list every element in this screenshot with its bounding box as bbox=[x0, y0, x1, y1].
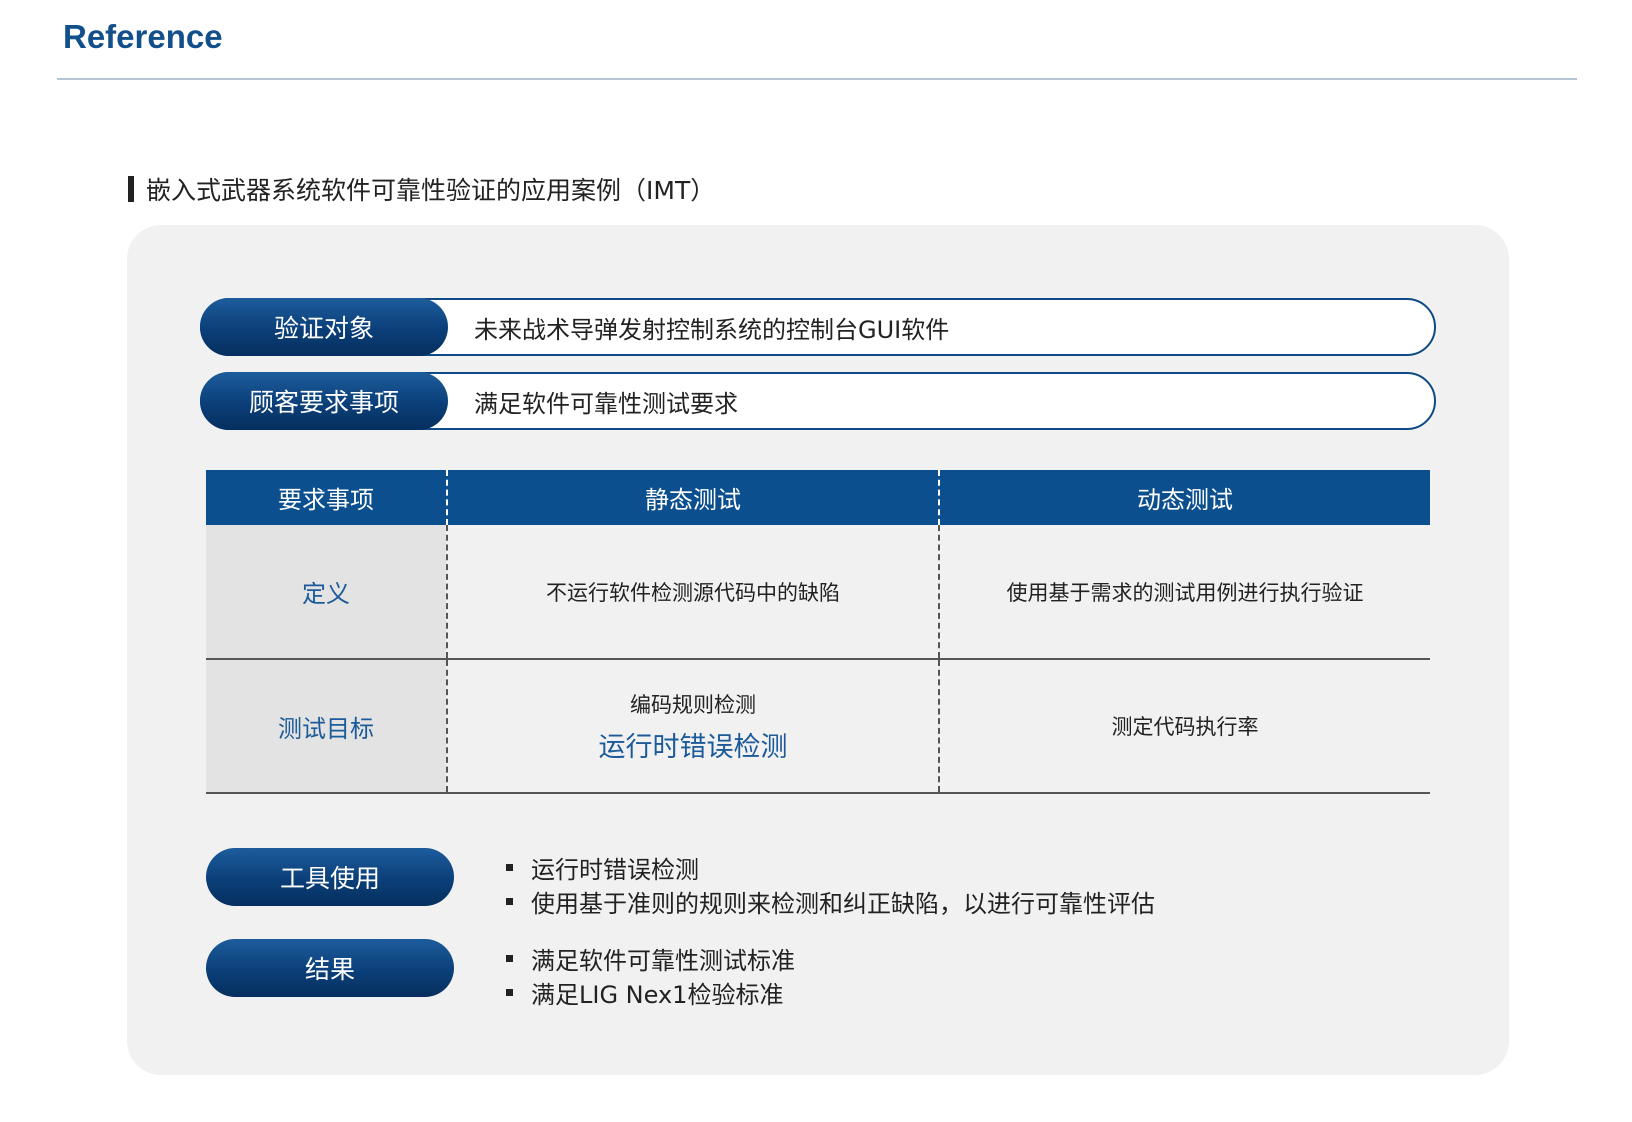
static-cell: 编码规则检测 运行时错误检测 bbox=[446, 660, 938, 792]
overview-row-target: 验证对象 未来战术导弹发射控制系统的控制台GUI软件 bbox=[200, 298, 1436, 356]
section-marker bbox=[128, 176, 134, 202]
dynamic-cell: 使用基于需求的测试用例进行执行验证 bbox=[938, 525, 1430, 658]
list-item-text: 使用基于准则的规则来检测和纠正缺陷，以进行可靠性评估 bbox=[531, 889, 1155, 918]
header-requirement: 要求事项 bbox=[278, 486, 374, 514]
result-list: 满足软件可靠性测试标准 满足LIG Nex1检验标准 bbox=[506, 941, 795, 1009]
overview-label: 验证对象 bbox=[200, 298, 448, 356]
comparison-table: 要求事项 静态测试 动态测试 定义 不运行软件检测源代码中的缺陷 使用基于需求的… bbox=[206, 470, 1430, 794]
static-highlight: 运行时错误检测 bbox=[598, 731, 788, 763]
list-item: 满足LIG Nex1检验标准 bbox=[506, 975, 795, 1009]
list-item-text: 运行时错误检测 bbox=[531, 855, 699, 884]
bullet-icon bbox=[506, 863, 513, 871]
table-row: 测试目标 编码规则检测 运行时错误检测 测定代码执行率 bbox=[206, 660, 1430, 794]
overview-row-requirement: 顾客要求事项 满足软件可靠性测试要求 bbox=[200, 372, 1436, 430]
overview-value: 未来战术导弹发射控制系统的控制台GUI软件 bbox=[474, 315, 950, 344]
bullet-icon bbox=[506, 954, 513, 962]
static-item: 编码规则检测 bbox=[630, 692, 756, 717]
list-item: 使用基于准则的规则来检测和纠正缺陷，以进行可靠性评估 bbox=[506, 884, 1155, 918]
section-heading: 嵌入式武器系统软件可靠性验证的应用案例（IMT） bbox=[128, 171, 715, 207]
title-divider bbox=[57, 78, 1577, 80]
header-static-test: 静态测试 bbox=[446, 470, 938, 525]
overview-label: 顾客要求事项 bbox=[200, 372, 448, 430]
page-title: Reference bbox=[63, 18, 223, 55]
table-row: 定义 不运行软件检测源代码中的缺陷 使用基于需求的测试用例进行执行验证 bbox=[206, 525, 1430, 660]
row-label: 定义 bbox=[206, 525, 446, 658]
tools-list: 运行时错误检测 使用基于准则的规则来检测和纠正缺陷，以进行可靠性评估 bbox=[506, 850, 1155, 918]
static-cell: 不运行软件检测源代码中的缺陷 bbox=[446, 525, 938, 658]
bullet-icon bbox=[506, 988, 513, 996]
bullet-icon bbox=[506, 897, 513, 905]
list-item-text: 满足LIG Nex1检验标准 bbox=[531, 980, 784, 1009]
row-label: 测试目标 bbox=[206, 660, 446, 792]
table-header: 要求事项 静态测试 动态测试 bbox=[206, 470, 1430, 525]
result-label: 结果 bbox=[206, 939, 454, 997]
overview-value: 满足软件可靠性测试要求 bbox=[474, 389, 738, 418]
list-item: 满足软件可靠性测试标准 bbox=[506, 941, 795, 975]
section-title: 嵌入式武器系统软件可靠性验证的应用案例（IMT） bbox=[146, 176, 716, 205]
list-item: 运行时错误检测 bbox=[506, 850, 1155, 884]
tools-label: 工具使用 bbox=[206, 848, 454, 906]
list-item-text: 满足软件可靠性测试标准 bbox=[531, 946, 795, 975]
dynamic-cell: 测定代码执行率 bbox=[938, 660, 1430, 792]
header-dynamic-test: 动态测试 bbox=[938, 470, 1430, 525]
